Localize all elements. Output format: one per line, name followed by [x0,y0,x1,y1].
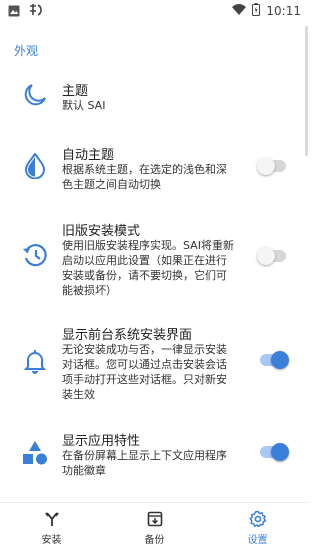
pref-title: 自动主题 [62,148,115,163]
pref-theme[interactable]: 主题 默认 SAI [0,76,309,120]
status-right: 10:11 [232,3,301,19]
nav-item-settings[interactable]: 设置 [206,503,309,551]
toggle-thumb [257,247,275,265]
shapes-icon [20,438,50,468]
nav-label: 备份 [144,534,165,546]
bell-icon [20,346,50,376]
image-icon [8,2,20,21]
legacy-install-toggle[interactable] [257,246,289,266]
toggle-thumb [271,351,289,369]
section-title-appearance: 外观 [14,44,39,58]
nav-item-backup[interactable]: 备份 [103,503,206,551]
pref-auto-theme[interactable]: 自动主题 根据系统主题，在选定的浅色和深色主题之间自动切换 [0,140,309,200]
toggle-thumb [257,157,275,175]
settings-gear-icon [248,509,267,529]
pref-show-install-ui[interactable]: 显示前台系统安装界面 无论安装成功与否，一律显示安装对话框。您可以通过点击安装会… [0,320,309,404]
history-icon [20,240,50,270]
status-bar: 10:11 [0,0,309,22]
pref-summary: 无论安装成功与否，一律显示安装对话框。您可以通过点击安装会话项手动打开这些对话框… [62,343,227,401]
nav-item-install[interactable]: 安装 [0,503,103,551]
pref-title: 显示前台系统安装界面 [62,328,193,343]
pref-title: 旧版安装模式 [62,224,141,239]
pref-title: 显示应用特性 [62,434,141,449]
moon-icon [20,80,50,110]
pref-summary: 默认 SAI [62,99,106,112]
status-left [8,2,44,21]
pref-summary: 根据系统主题，在选定的浅色和深色主题之间自动切换 [62,163,227,191]
bottom-navigation: 安装 备份 设置 [0,502,309,551]
show-install-ui-toggle[interactable] [257,350,289,370]
pref-title: 主题 [62,84,89,99]
drop-icon [20,151,50,181]
battery-icon [252,3,261,19]
nav-label: 安装 [41,534,62,546]
wifi-icon [232,4,247,18]
pref-summary: 使用旧版安装程序实现。SAI将重新启动以应用此设置（如果正在进行安装或备份，请不… [62,239,234,297]
show-app-features-toggle[interactable] [257,442,289,462]
nav-label: 设置 [247,534,268,546]
auto-theme-toggle[interactable] [257,156,289,176]
pref-show-app-features[interactable]: 显示应用特性 在备份屏幕上显示上下文应用程序功能徽章 [0,426,309,486]
pref-legacy-install-mode[interactable]: 旧版安装模式 使用旧版安装程序实现。SAI将重新启动以应用此设置（如果正在进行安… [0,216,309,300]
app-logo-icon [28,2,44,21]
clock: 10:11 [266,4,301,18]
install-icon [44,509,60,529]
backup-icon [147,509,163,529]
pref-summary: 在备份屏幕上显示上下文应用程序功能徽章 [62,449,227,477]
toggle-thumb [271,443,289,461]
